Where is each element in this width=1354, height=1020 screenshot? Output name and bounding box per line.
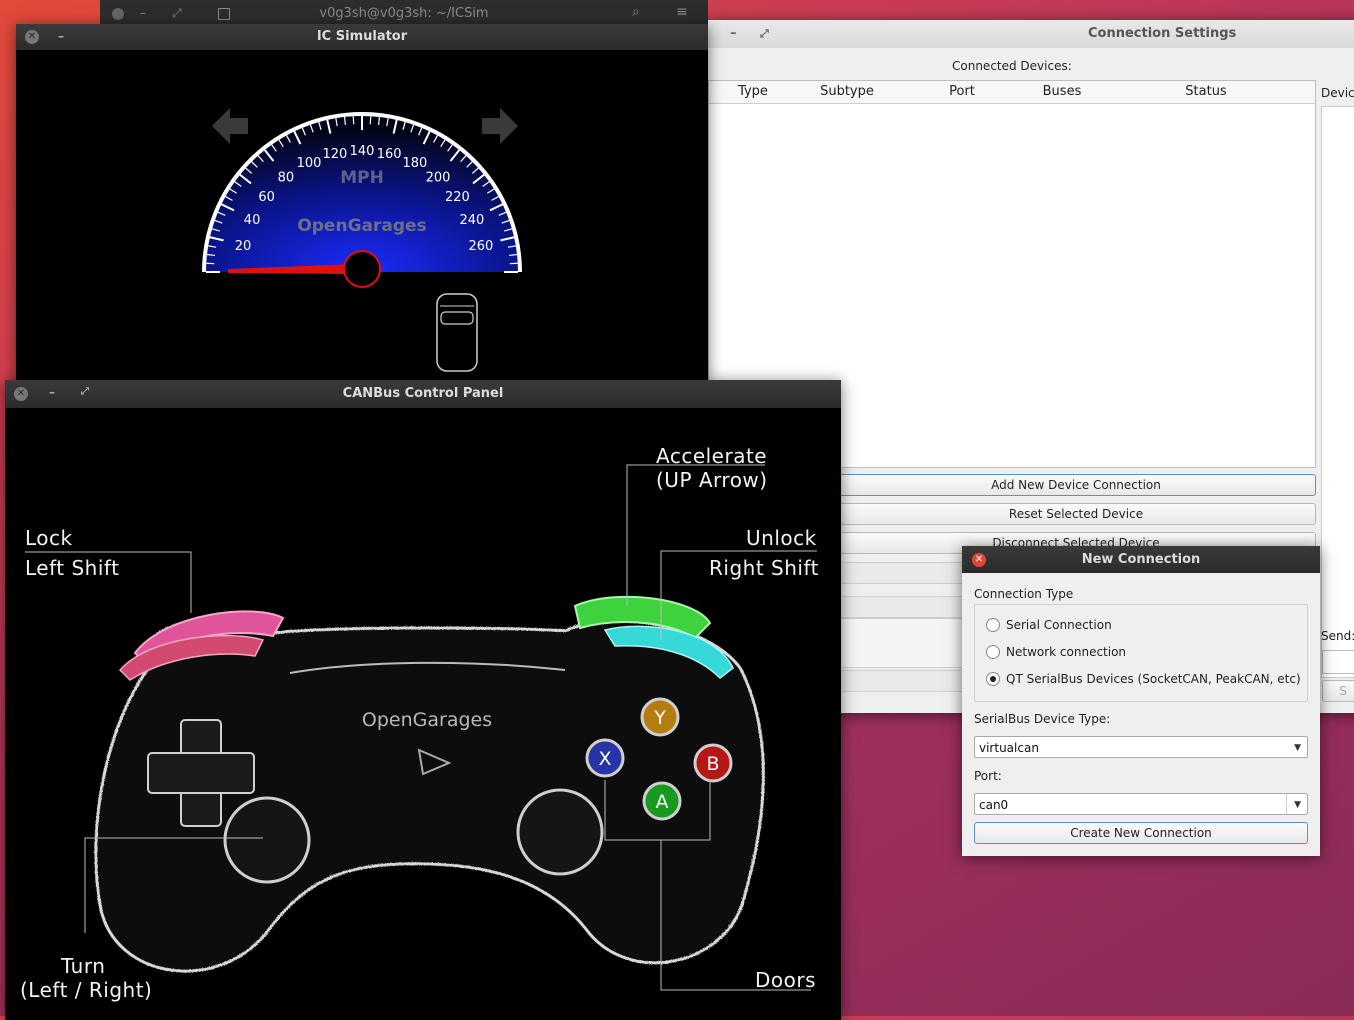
x-button[interactable]: X <box>587 740 623 776</box>
terminal-maximize-icon[interactable]: ⤢ <box>172 6 182 21</box>
gamepad-illustration: OpenGarages Y X B A <box>5 408 841 1020</box>
qt-serialbus-label[interactable]: QT SerialBus Devices (SocketCAN, PeakCAN… <box>1006 672 1301 686</box>
chevron-down-icon[interactable]: ▼ <box>1294 794 1301 816</box>
port-value: can0 <box>979 798 1008 812</box>
close-icon[interactable]: ✕ <box>972 553 986 567</box>
device-type-select[interactable]: virtualcan ▼ <box>974 736 1308 758</box>
speed-unit-label: MPH <box>340 168 384 188</box>
terminal-newtab-icon[interactable] <box>218 8 230 20</box>
network-connection-label[interactable]: Network connection <box>1006 645 1126 659</box>
canbus-control-panel-window: CANBus Control Panel ✕ – ⤢ OpenGarages Y <box>5 380 841 1020</box>
maximize-icon[interactable]: ⤢ <box>760 20 769 48</box>
column-header-type[interactable]: Type <box>709 81 798 104</box>
terminal-title: v0g3sh@v0g3sh: ~/ICSim <box>100 6 708 21</box>
needle-hub <box>344 251 380 287</box>
connection-settings-title: Connection Settings <box>1088 20 1236 48</box>
column-header-status[interactable]: Status <box>1097 81 1315 104</box>
close-icon[interactable]: ✕ <box>25 30 39 44</box>
speed-tick-label: 100 <box>297 156 322 171</box>
menu-icon[interactable]: ≡ <box>676 4 688 20</box>
speed-tick-label: 20 <box>235 239 252 254</box>
speed-tick-label: 160 <box>377 147 402 162</box>
speed-tick-label: 260 <box>469 239 494 254</box>
close-icon[interactable]: ✕ <box>14 387 28 401</box>
speed-tick-label: 80 <box>278 171 295 186</box>
a-button[interactable]: A <box>644 783 680 819</box>
qt-serialbus-radio[interactable] <box>986 672 1000 686</box>
port-label: Port: <box>974 769 1002 783</box>
speed-tick-label: 200 <box>426 171 451 186</box>
serial-connection-radio[interactable] <box>986 618 1000 632</box>
speed-tick-label: 240 <box>460 213 485 228</box>
device-type-value: virtualcan <box>979 741 1039 755</box>
new-connection-dialog: New Connection ✕ Connection Type Serial … <box>962 546 1320 856</box>
y-button[interactable]: Y <box>642 699 678 735</box>
x-button-label: X <box>598 748 611 770</box>
speedometer-panel: 20406080100120140160180200220240260 MPH … <box>16 50 708 384</box>
reset-device-button[interactable]: Reset Selected Device <box>836 503 1316 525</box>
minimize-icon[interactable]: – <box>49 380 55 404</box>
unlock-label: Unlock <box>746 526 817 550</box>
new-connection-titlebar: New Connection ✕ <box>962 546 1320 573</box>
port-combo-divider <box>1286 794 1287 814</box>
ic-simulator-titlebar: IC Simulator ✕ – <box>16 24 708 50</box>
speed-tick-label: 40 <box>244 213 261 228</box>
left-turn-signal-icon <box>212 108 248 144</box>
turn-label: Turn <box>61 954 105 978</box>
speed-tick-label: 220 <box>445 190 470 205</box>
left-right-label: (Left / Right) <box>20 978 152 1002</box>
dial-brand-label: OpenGarages <box>297 216 426 236</box>
right-turn-signal-icon <box>482 108 518 144</box>
device-side-panel <box>1321 106 1354 678</box>
left-thumbstick[interactable] <box>225 798 309 882</box>
connection-type-label: Connection Type <box>974 587 1073 601</box>
send-input[interactable] <box>1322 650 1354 674</box>
right-shift-label: Right Shift <box>709 556 819 580</box>
column-header-buses[interactable]: Buses <box>1027 81 1098 104</box>
accelerate-label: Accelerate <box>656 444 767 468</box>
ic-simulator-window: IC Simulator ✕ – 20 40 6080100120140160180… <box>16 24 708 384</box>
speed-tick-label: 140 <box>350 144 375 159</box>
minimize-icon[interactable]: – <box>730 20 737 48</box>
serial-connection-label[interactable]: Serial Connection <box>1006 618 1112 632</box>
send-button[interactable]: S <box>1322 680 1354 702</box>
port-combobox[interactable]: can0 ▼ <box>974 793 1308 815</box>
create-connection-button[interactable]: Create New Connection <box>974 822 1308 844</box>
speed-tick-label: 180 <box>403 156 428 171</box>
b-button-label: B <box>706 753 719 775</box>
terminal-close-icon[interactable] <box>112 8 124 20</box>
column-header-subtype[interactable]: Subtype <box>797 81 898 104</box>
maximize-icon[interactable]: ⤢ <box>81 380 89 404</box>
y-button-label: Y <box>653 707 666 729</box>
left-shift-label: Left Shift <box>25 556 119 580</box>
connected-devices-label: Connected Devices: <box>952 59 1072 73</box>
terminal-minimize-icon[interactable]: – <box>140 6 146 20</box>
send-label: Send: <box>1321 629 1354 643</box>
device-type-label: SerialBus Device Type: <box>974 712 1110 726</box>
chevron-down-icon: ▼ <box>1294 737 1301 759</box>
canbus-titlebar: CANBus Control Panel ✕ – ⤢ <box>5 380 841 408</box>
column-header-port[interactable]: Port <box>897 81 1028 104</box>
device-side-label: Device <box>1321 86 1354 100</box>
car-doors-icon <box>437 294 477 371</box>
doors-label: Doors <box>755 968 816 992</box>
minimize-icon[interactable]: – <box>58 24 64 48</box>
desktop: { "terminal": { "title": "v0g3sh@v0g3sh:… <box>0 0 1354 1016</box>
search-icon[interactable]: ⌕ <box>632 4 640 20</box>
ic-simulator-title: IC Simulator <box>317 29 407 44</box>
gamepad-brand-label: OpenGarages <box>362 709 492 731</box>
a-button-label: A <box>656 791 669 813</box>
lock-label: Lock <box>25 526 73 550</box>
add-device-button[interactable]: Add New Device Connection <box>836 474 1316 496</box>
up-arrow-label: (UP Arrow) <box>656 468 768 492</box>
network-connection-radio[interactable] <box>986 645 1000 659</box>
speed-tick-label: 120 <box>322 147 347 162</box>
connection-settings-titlebar: Connection Settings – ⤢ <box>708 20 1354 48</box>
new-connection-title: New Connection <box>1082 552 1201 567</box>
right-thumbstick[interactable] <box>518 790 602 874</box>
canbus-title: CANBus Control Panel <box>343 386 504 401</box>
b-button[interactable]: B <box>695 745 731 781</box>
speed-tick-label: 60 <box>258 190 275 205</box>
